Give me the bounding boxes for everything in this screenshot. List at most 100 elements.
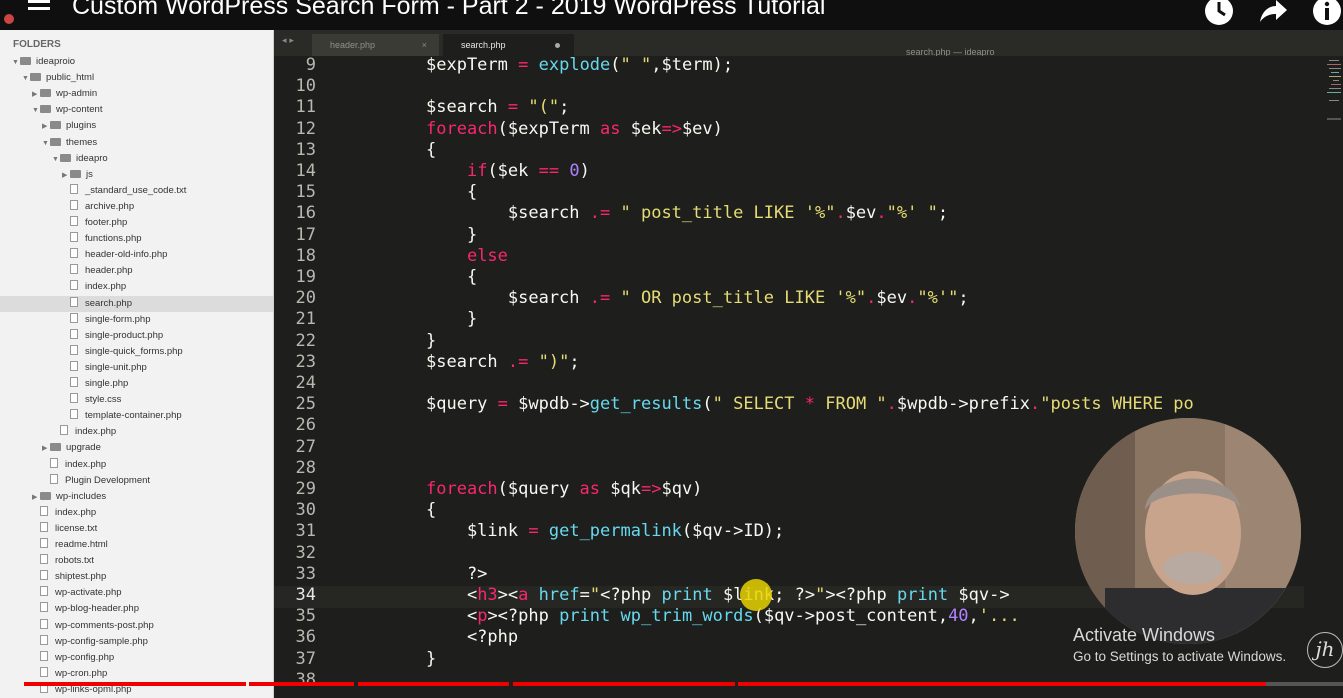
file-item[interactable]: Plugin Development: [0, 473, 273, 489]
code-line[interactable]: $search .= " OR post_title LIKE '%".$ev.…: [426, 288, 969, 308]
file-item[interactable]: search.php: [0, 295, 273, 312]
code-line[interactable]: <?php: [426, 627, 518, 647]
tab-search-php[interactable]: search.php: [443, 34, 574, 56]
chevron-down-icon[interactable]: ▼: [12, 55, 20, 71]
clock-icon[interactable]: [1204, 0, 1234, 26]
info-icon[interactable]: [1312, 0, 1342, 26]
line-number-gutter: 9 10 11 12 13 14 15 16 17 18 19 20 21 22 23 24 25 26 27 28 2…: [274, 56, 330, 698]
line-number: 20: [295, 288, 316, 309]
code-line[interactable]: }: [426, 309, 477, 329]
folder-item[interactable]: ▼ public_html: [0, 70, 273, 86]
tree-item-label: wp-admin: [56, 88, 98, 100]
file-item[interactable]: template-container.php: [0, 408, 273, 424]
file-item[interactable]: license.txt: [0, 521, 273, 537]
code-token: wp_trim_words: [620, 606, 754, 627]
file-item[interactable]: readme.html: [0, 537, 273, 553]
tab-label: header.php: [330, 40, 376, 50]
video-progress-bar[interactable]: [0, 680, 1343, 686]
file-item[interactable]: archive.php: [0, 199, 273, 215]
code-line[interactable]: }: [426, 331, 436, 351]
code-line[interactable]: $query = $wpdb->get_results(" SELECT * F…: [426, 394, 1194, 414]
file-item[interactable]: _standard_use_code.txt: [0, 183, 273, 199]
file-item[interactable]: footer.php: [0, 215, 273, 231]
file-item[interactable]: single-quick_forms.php: [0, 344, 273, 360]
file-item[interactable]: single-product.php: [0, 328, 273, 344]
code-line[interactable]: $expTerm = explode(" ",$term);: [426, 56, 733, 75]
folder-item[interactable]: ▶ wp-admin: [0, 86, 273, 102]
code-line[interactable]: ?>: [426, 564, 487, 584]
folder-item[interactable]: ▼ wp-content: [0, 102, 273, 118]
code-token: {: [426, 139, 437, 160]
code-line[interactable]: }: [426, 649, 436, 669]
file-item[interactable]: single.php: [0, 376, 273, 392]
code-line[interactable]: if($ek == 0): [426, 161, 590, 181]
minimap[interactable]: [1303, 56, 1343, 126]
folder-item[interactable]: ▶ plugins: [0, 118, 273, 134]
file-item[interactable]: robots.txt: [0, 553, 273, 569]
code-line[interactable]: $search .= " post_title LIKE '%".$ev."%'…: [426, 203, 948, 223]
code-line[interactable]: <p><?php print wp_trim_words($qv->post_c…: [426, 606, 1020, 626]
file-item[interactable]: wp-config.php: [0, 650, 273, 666]
folder-item[interactable]: ▶ upgrade: [0, 440, 273, 456]
chevron-down-icon[interactable]: ▼: [22, 71, 30, 87]
tab-nav-arrows[interactable]: ◂ ▸: [282, 36, 294, 46]
share-icon[interactable]: [1258, 0, 1288, 26]
file-icon: [70, 248, 78, 259]
close-icon[interactable]: ×: [422, 34, 427, 56]
tree-item-label: wp-comments-post.php: [55, 619, 154, 631]
code-token: if: [466, 161, 488, 181]
file-item[interactable]: shiptest.php: [0, 569, 273, 585]
code-line[interactable]: {: [426, 182, 477, 202]
file-item[interactable]: single-unit.php: [0, 360, 273, 376]
code-line[interactable]: {: [426, 500, 436, 520]
code-line[interactable]: }: [426, 225, 477, 245]
code-token: ;: [559, 97, 570, 118]
file-item[interactable]: index.php: [0, 457, 273, 473]
chevron-right-icon[interactable]: ▶: [32, 490, 40, 506]
video-title[interactable]: Custom WordPress Search Form - Part 2 - …: [72, 0, 826, 21]
file-item[interactable]: index.php: [0, 505, 273, 521]
file-item[interactable]: wp-config-sample.php: [0, 634, 273, 650]
folder-item[interactable]: ▶ wp-includes: [0, 489, 273, 505]
file-item[interactable]: functions.php: [0, 231, 273, 247]
file-item[interactable]: wp-blog-header.php: [0, 601, 273, 617]
chevron-right-icon[interactable]: ▶: [62, 168, 70, 184]
code-line[interactable]: $link = get_permalink($qv->ID);: [426, 521, 784, 541]
tree-item-label: wp-content: [56, 104, 103, 116]
code-line[interactable]: $search .= ")";: [426, 352, 580, 372]
code-line[interactable]: {: [426, 140, 436, 160]
file-item[interactable]: header.php: [0, 263, 273, 279]
code-line[interactable]: foreach($expTerm as $ek=>$ev): [426, 119, 723, 139]
tab-header-php[interactable]: header.php ×: [312, 34, 439, 56]
code-line[interactable]: <h3><a href="<?php print $link; ?>"><?ph…: [426, 585, 1010, 605]
folder-item[interactable]: ▼ ideapro: [0, 151, 273, 167]
chevron-right-icon[interactable]: ▶: [42, 441, 50, 457]
file-item[interactable]: single-form.php: [0, 312, 273, 328]
code-line[interactable]: foreach($query as $qk=>$qv): [426, 479, 702, 499]
chevron-down-icon[interactable]: ▼: [52, 152, 60, 168]
menu-icon[interactable]: [28, 0, 50, 16]
file-item[interactable]: index.php: [0, 424, 273, 440]
folder-item[interactable]: ▶ js: [0, 167, 273, 183]
code-token: $ev): [681, 118, 723, 139]
activate-title: Activate Windows: [1073, 625, 1216, 645]
folder-item[interactable]: ▼ themes: [0, 135, 273, 151]
folder-item[interactable]: ▼ ideaproio: [0, 54, 273, 70]
file-item[interactable]: index.php: [0, 279, 273, 295]
code-line[interactable]: else: [426, 246, 508, 266]
file-item[interactable]: wp-activate.php: [0, 585, 273, 601]
file-item[interactable]: header-old-info.php: [0, 247, 273, 263]
chevron-right-icon[interactable]: ▶: [32, 87, 40, 103]
progress-chapter-1: [24, 682, 246, 686]
chevron-down-icon[interactable]: ▼: [32, 103, 40, 119]
chevron-down-icon[interactable]: ▼: [42, 136, 50, 152]
chevron-right-icon[interactable]: ▶: [42, 119, 50, 135]
code-line[interactable]: {: [426, 267, 477, 287]
file-item[interactable]: style.css: [0, 392, 273, 408]
code-line[interactable]: $search = "(";: [426, 97, 569, 117]
activate-windows-watermark: Activate Windows Go to Settings to activ…: [1073, 625, 1286, 664]
file-item[interactable]: wp-comments-post.php: [0, 618, 273, 634]
tree-item-label: robots.txt: [55, 555, 95, 567]
